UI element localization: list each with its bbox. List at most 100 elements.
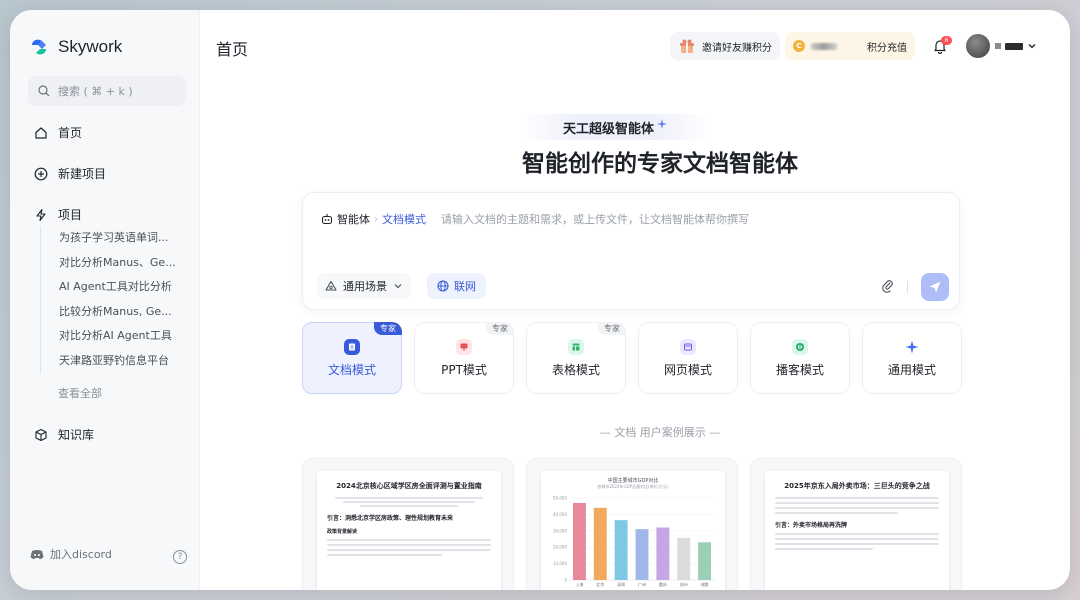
mode-table[interactable]: 专家 表格模式 xyxy=(526,322,626,394)
sidebar-item-label: 项目 xyxy=(58,208,83,222)
text-line xyxy=(775,497,939,499)
sidebar-item-knowledge[interactable]: 知识库 xyxy=(34,426,94,443)
app-window: Skywork 搜索 ( ⌘ + k ) 首页 新建项目 项目 为孩子学习英语单… xyxy=(10,10,1070,590)
send-icon xyxy=(929,281,941,293)
sidebar-item-projects[interactable]: 项目 xyxy=(34,206,82,223)
mode-ppt[interactable]: 专家 PPT模式 xyxy=(414,322,514,394)
chevron-down-icon xyxy=(394,284,402,289)
help-icon[interactable]: ? xyxy=(173,550,187,564)
mode-general[interactable]: 通用模式 xyxy=(862,322,962,394)
hero-title: 智能创作的专家文档智能体 xyxy=(522,151,798,177)
points-panel[interactable]: C 积分充值 xyxy=(785,32,915,60)
text-line xyxy=(775,512,898,514)
case-preview: 2025年京东入局外卖市场：三巨头的竞争之战 引言：外卖市场格局再洗牌 xyxy=(765,471,949,590)
agent-mode-chip[interactable]: 智能体 › 文档模式 xyxy=(321,211,426,227)
case-heading: 引言：外卖市场格局再洗牌 xyxy=(775,522,848,529)
coin-icon: C xyxy=(793,40,805,52)
bar xyxy=(677,537,691,580)
project-item[interactable]: 天津路亚野钓信息平台 xyxy=(59,349,176,374)
view-all-link[interactable]: 查看全部 xyxy=(58,385,102,401)
x-tick-label: 广州 xyxy=(638,581,646,587)
sidebar-item-new-project[interactable]: 新建项目 xyxy=(34,165,106,182)
username-redacted xyxy=(1005,42,1023,50)
case-title: 2025年京东入局外卖市场：三巨头的竞争之战 xyxy=(784,482,930,490)
sparkle-icon xyxy=(657,119,667,129)
y-tick-label: 10,000 xyxy=(553,561,567,566)
case-card-school[interactable]: 2024北京核心区域学区房全面评测与置业指南 引言：洞悉北京学区房政策、理性规划… xyxy=(302,458,514,590)
x-tick-label: 北京 xyxy=(596,581,604,587)
expert-tag: 专家 xyxy=(598,322,626,335)
y-tick-label: 20,000 xyxy=(553,545,567,550)
prompt-input[interactable]: 请输入文档的主题和需求，或上传文件，让文档智能体帮你撰写 xyxy=(441,211,749,227)
prompt-card: 智能体 › 文档模式 请输入文档的主题和需求，或上传文件，让文档智能体帮你撰写 … xyxy=(302,192,960,310)
search-icon xyxy=(38,85,50,97)
avatar[interactable] xyxy=(966,34,990,58)
project-item[interactable]: AI Agent工具对比分析 xyxy=(59,275,176,300)
notification-badge: 6 xyxy=(941,36,952,45)
bar xyxy=(635,529,649,580)
general-mode-icon xyxy=(904,339,920,355)
discord-icon xyxy=(30,549,44,559)
logo-text: Skywork xyxy=(58,37,123,56)
hero-badge: 天工超级智能体 xyxy=(520,114,710,140)
plus-circle-icon xyxy=(34,167,48,180)
mode-label: 通用模式 xyxy=(887,362,936,377)
podcast-mode-icon xyxy=(792,338,808,355)
scene-label: 通用场景 xyxy=(343,280,387,293)
y-tick-label: 40,000 xyxy=(553,512,567,517)
project-item[interactable]: 比较分析Manus, Ge... xyxy=(59,300,176,325)
project-item[interactable]: 为孩子学习英语单词... xyxy=(59,226,176,251)
bar xyxy=(593,507,607,580)
network-toggle[interactable]: 联网 xyxy=(427,273,486,299)
search-input[interactable]: 搜索 ( ⌘ + k ) xyxy=(28,76,186,106)
chevron-down-icon xyxy=(1028,44,1036,49)
user-menu[interactable] xyxy=(995,41,1037,51)
mode-label: 播客模式 xyxy=(775,362,824,377)
scene-dropdown[interactable]: 通用场景 xyxy=(317,273,411,299)
mode-label: 表格模式 xyxy=(551,362,600,377)
text-line xyxy=(775,507,939,509)
y-tick-label: 50,000 xyxy=(553,496,567,501)
mode-podcast[interactable]: 播客模式 xyxy=(750,322,850,394)
expert-tag: 专家 xyxy=(486,322,514,335)
sidebar-item-home[interactable]: 首页 xyxy=(34,124,82,141)
y-tick-label: 30,000 xyxy=(553,528,567,533)
discord-label: 加入discord xyxy=(50,548,112,561)
webpage-mode-icon xyxy=(680,338,696,355)
ppt-mode-icon xyxy=(456,338,472,355)
sidebar-item-label: 新建项目 xyxy=(58,167,107,181)
discord-link[interactable]: 加入discord xyxy=(30,546,112,562)
page-title: 首页 xyxy=(216,40,249,59)
text-line xyxy=(327,544,491,546)
x-tick-label: 重庆 xyxy=(659,581,667,587)
chart-subtitle: 各城市2024年GDP总量对比(单位:亿元) xyxy=(597,484,669,489)
x-tick-label: 深圳 xyxy=(617,581,625,587)
recharge-button[interactable]: 积分充值 xyxy=(867,39,907,54)
logo[interactable]: Skywork xyxy=(28,36,122,58)
case-card-chart[interactable]: 中国主要城市GDP对比 各城市2024年GDP总量对比(单位:亿元) 0 10,0… xyxy=(526,458,738,590)
invite-label: 邀请好友赚积分 xyxy=(702,42,772,54)
search-placeholder: 搜索 ( ⌘ + k ) xyxy=(58,85,133,98)
mode-document[interactable]: 专家 文档模式 xyxy=(302,322,402,394)
case-title: 2024北京核心区域学区房全面评测与置业指南 xyxy=(336,482,482,490)
mode-webpage[interactable]: 网页模式 xyxy=(638,322,738,394)
triangle-icon xyxy=(325,280,337,291)
separator: › xyxy=(374,213,378,225)
robot-icon xyxy=(321,214,333,225)
case-section: 政策背景解读 xyxy=(327,529,358,535)
x-tick-label: 苏州 xyxy=(680,581,688,587)
text-line xyxy=(775,548,874,550)
text-line xyxy=(327,554,442,556)
invite-button[interactable]: 邀请好友赚积分 xyxy=(670,32,780,60)
project-item[interactable]: 对比分析AI Agent工具 xyxy=(59,324,176,349)
bar xyxy=(698,542,712,580)
expert-tag: 专家 xyxy=(374,322,402,335)
project-list: 为孩子学习英语单词... 对比分析Manus、Ge... AI Agent工具对… xyxy=(40,226,176,374)
case-card-delivery[interactable]: 2025年京东入局外卖市场：三巨头的竞争之战 引言：外卖市场格局再洗牌 xyxy=(750,458,962,590)
text-line xyxy=(775,543,939,545)
case-preview: 中国主要城市GDP对比 各城市2024年GDP总量对比(单位:亿元) 0 10,0… xyxy=(541,471,725,590)
project-item[interactable]: 对比分析Manus、Ge... xyxy=(59,251,176,276)
send-button[interactable] xyxy=(921,273,949,301)
attach-icon[interactable] xyxy=(881,279,895,293)
mode-label: 文档模式 xyxy=(327,362,376,377)
